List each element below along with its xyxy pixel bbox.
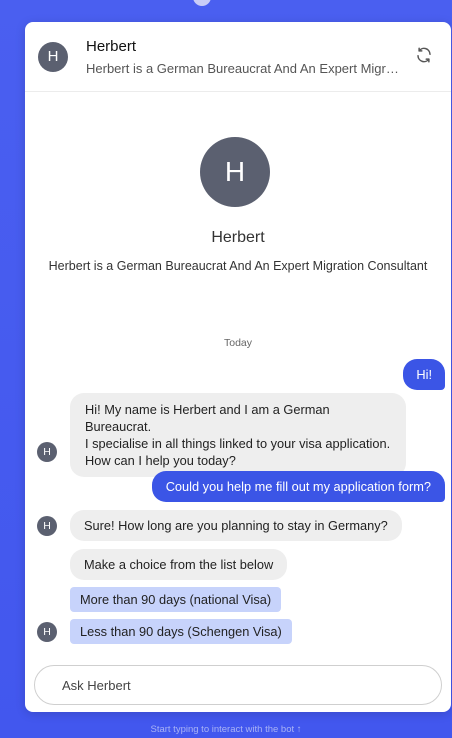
bot-message-line: How can I help you today?	[85, 453, 236, 468]
bot-message: Sure! How long are you planning to stay …	[70, 510, 402, 541]
header-bot-name: Herbert	[86, 37, 137, 55]
bot-avatar: H	[37, 442, 57, 462]
refresh-icon[interactable]	[415, 46, 433, 64]
header-text: Herbert Herbert is a German Bureaucrat A…	[86, 38, 406, 76]
choice-option-national-visa[interactable]: More than 90 days (national Visa)	[70, 587, 282, 612]
footer-hint: Start typing to interact with the bot ↑	[150, 724, 302, 735]
header-bot-description: Herbert is a German Bureaucrat And An Ex…	[86, 60, 399, 76]
header-avatar: H	[38, 41, 68, 72]
bot-message: Hi! My name is Herbert and I am a German…	[70, 393, 406, 477]
user-message: Hi!	[403, 359, 445, 390]
bot-message-line: Hi! My name is Herbert and I am a German…	[85, 402, 330, 434]
bot-message: Make a choice from the list below	[70, 549, 288, 580]
window-handle	[193, 0, 211, 6]
profile-avatar: H	[200, 137, 270, 207]
chat-header: H Herbert Herbert is a German Bureaucrat…	[25, 22, 451, 92]
profile-description: Herbert is a German Bureaucrat And An Ex…	[48, 259, 428, 273]
profile-name: Herbert	[211, 229, 265, 246]
user-message: Could you help me fill out my applicatio…	[151, 471, 445, 502]
chat-window: H Herbert Herbert is a German Bureaucrat…	[25, 22, 451, 712]
chat-input[interactable]	[34, 665, 442, 705]
bot-avatar: H	[37, 622, 57, 642]
bot-message-line: I specialise in all things linked to you…	[85, 436, 391, 451]
choice-option-schengen-visa[interactable]: Less than 90 days (Schengen Visa)	[70, 619, 292, 644]
date-separator: Today	[223, 337, 253, 349]
bot-avatar: H	[37, 516, 57, 536]
